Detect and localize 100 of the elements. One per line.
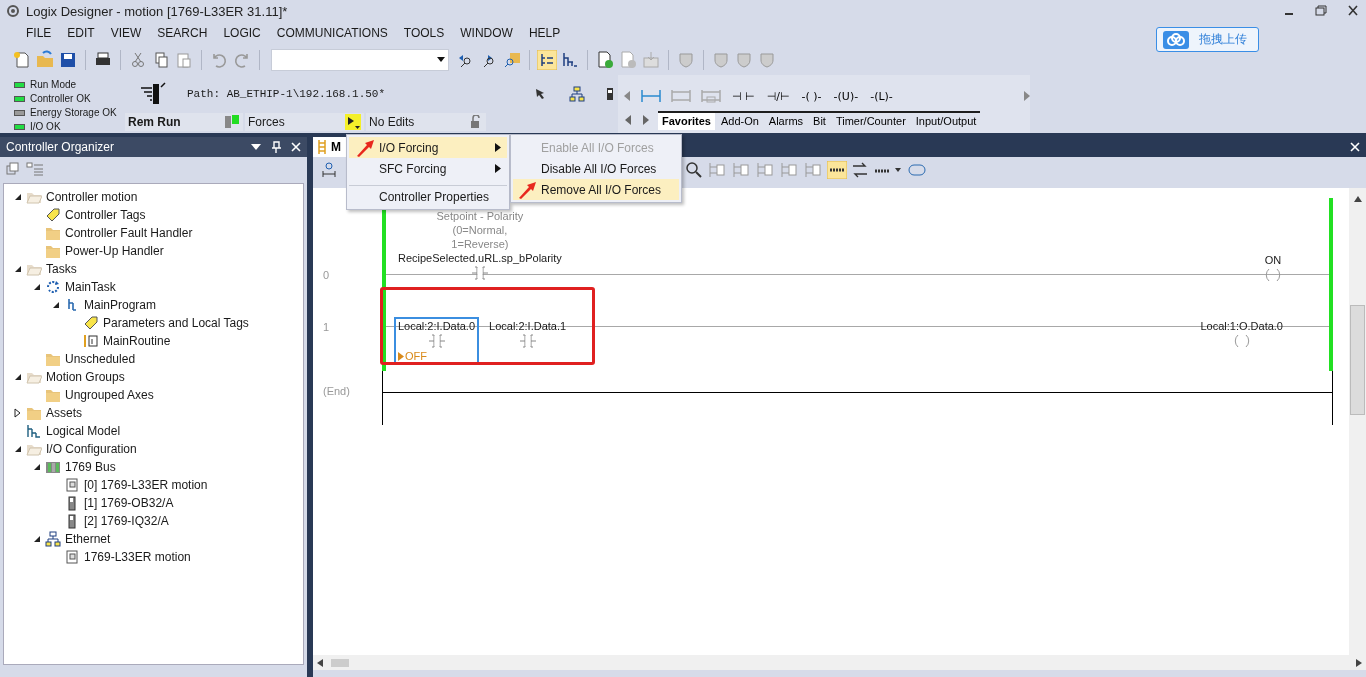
network-icon[interactable] [569, 86, 585, 102]
scroll-thumb[interactable] [1350, 305, 1365, 415]
contact-instruction[interactable]: Setpoint - Polarity (0=Normal, 1=Reverse) RecipeSelected.uRL.sp_bPolarity [394, 207, 566, 283]
menu-item[interactable]: EDIT [59, 26, 103, 40]
menu-item[interactable]: HELP [520, 26, 569, 40]
pin-icon[interactable] [271, 141, 281, 153]
list-view-icon[interactable] [26, 162, 44, 176]
tree-item[interactable]: [1] 1769-OB32/A [82, 496, 174, 510]
arrow-icon [355, 138, 375, 157]
tree-item[interactable]: Controller Fault Handler [63, 226, 193, 240]
dropdown-icon[interactable] [251, 144, 261, 150]
instruction-button[interactable]: ⊣ ⊢ [730, 89, 757, 103]
menu-item[interactable]: Remove All I/O Forces [513, 179, 679, 200]
force-value: OFF [405, 350, 427, 362]
forces-dropdown-icon[interactable] [345, 114, 361, 130]
tag-name: Local:1:O.Data.0 [1200, 319, 1283, 333]
menu-item[interactable]: WINDOW [452, 26, 521, 40]
menu-item[interactable]: SFC Forcing [349, 158, 507, 179]
app-icon [6, 4, 20, 18]
scrollbar[interactable] [313, 655, 1366, 670]
instruction-button[interactable]: -(U)- [831, 89, 861, 103]
instruction-tab[interactable]: Alarms [764, 112, 808, 130]
tree-item[interactable]: Tasks [44, 262, 77, 276]
rack-icon [45, 459, 61, 475]
swap-icon[interactable] [851, 161, 869, 179]
module-icon[interactable] [605, 86, 615, 102]
tree-item[interactable]: 1769-L33ER motion [82, 550, 191, 564]
tree-item[interactable]: Logical Model [44, 424, 121, 438]
tree-item[interactable]: MainProgram [82, 298, 157, 312]
cloud-icon [1163, 30, 1189, 49]
zoom-icon[interactable] [685, 161, 703, 179]
menu-item[interactable]: I/O Forcing [349, 137, 507, 158]
routine-tab[interactable]: M [313, 137, 349, 157]
tree-item[interactable]: Ethernet [63, 532, 111, 546]
ladder-icon [83, 333, 99, 349]
instruction-button[interactable]: -( )- [799, 89, 824, 103]
tree-item[interactable]: [2] 1769-IQ32/A [82, 514, 169, 528]
tab-right-icon[interactable] [640, 115, 650, 125]
module-icon [64, 549, 80, 565]
lock-icon[interactable] [469, 115, 483, 129]
tree-item[interactable]: Power-Up Handler [63, 244, 164, 258]
rung-number: 1 [322, 321, 331, 335]
cycle-icon [45, 279, 61, 295]
instruction-button[interactable]: -(L)- [868, 89, 895, 103]
folder-icon [45, 243, 61, 259]
tree-item[interactable]: [0] 1769-L33ER motion [82, 478, 208, 492]
scroll-left-icon[interactable] [317, 658, 323, 667]
new-file-icon[interactable] [12, 49, 32, 70]
insert-element-icon[interactable] [321, 161, 337, 179]
scrollbar[interactable] [1349, 188, 1366, 655]
tree-item[interactable]: MainTask [63, 280, 116, 294]
folder-icon [45, 225, 61, 241]
instruction-tab[interactable]: Bit [809, 112, 830, 130]
contact-instruction[interactable]: Local:2:I.Data.0 OFF [394, 317, 480, 365]
folder-icon [45, 351, 61, 367]
run-mode-icon[interactable] [224, 115, 240, 129]
collapse-all-icon[interactable] [6, 162, 20, 176]
menu-item[interactable]: FILE [18, 26, 60, 40]
tag-description: (0=Normal, [452, 223, 508, 237]
menu-item[interactable]: Controller Properties [349, 185, 507, 207]
contact-instruction[interactable]: Local:2:I.Data.1 [485, 317, 571, 365]
instruction-tab[interactable]: Add-On [716, 112, 763, 130]
combo-field[interactable] [271, 48, 449, 71]
menu-item[interactable]: SEARCH [149, 26, 216, 40]
scroll-up-icon[interactable] [1353, 196, 1362, 202]
text-view-icon[interactable] [827, 161, 847, 179]
tree-item[interactable]: I/O Configuration [44, 442, 137, 456]
scroll-thumb[interactable] [331, 658, 349, 667]
tree-item[interactable]: Controller Tags [63, 208, 146, 222]
close-icon[interactable] [1350, 142, 1360, 152]
ladder-icon [317, 140, 327, 154]
tree-item[interactable]: Parameters and Local Tags [101, 316, 249, 330]
tab-left-icon[interactable] [624, 115, 634, 125]
verify-icon[interactable] [595, 49, 615, 70]
arrow-icon [517, 180, 537, 199]
scroll-right-icon[interactable] [1356, 658, 1362, 667]
close-icon[interactable] [291, 142, 301, 152]
menu-item[interactable]: LOGIC [215, 26, 269, 40]
menu-item[interactable]: TOOLS [395, 26, 453, 40]
instruction-button[interactable]: ⊣/⊢ [764, 89, 792, 103]
instruction-tab[interactable]: Timer/Counter [831, 112, 910, 130]
coil-instruction[interactable]: ON [1263, 253, 1283, 283]
tag-value-icon[interactable] [907, 161, 927, 179]
tree-item[interactable]: Controller motion [44, 190, 138, 204]
contact-symbol [428, 333, 445, 349]
tree-item[interactable]: Motion Groups [44, 370, 125, 384]
instruction-tab[interactable]: Favorites [658, 112, 715, 130]
tree-view-icon[interactable] [537, 49, 557, 70]
coil-instruction[interactable]: Local:1:O.Data.0 [1200, 319, 1283, 365]
tree-icon [26, 423, 42, 439]
upload-button[interactable]: 拖拽上传 [1156, 27, 1259, 52]
tree-item[interactable]: MainRoutine [101, 334, 171, 348]
tree-item[interactable]: Assets [44, 406, 82, 420]
menu-item[interactable]: VIEW [102, 26, 150, 40]
menu-item[interactable]: COMMUNICATIONS [268, 26, 396, 40]
tree-item[interactable]: Unscheduled [63, 352, 136, 366]
menu-item[interactable]: Disable All I/O Forces [513, 158, 679, 179]
tree-item[interactable]: 1769 Bus [63, 460, 116, 474]
instruction-tab[interactable]: Input/Output [911, 112, 981, 130]
tree-item[interactable]: Ungrouped Axes [63, 388, 154, 402]
